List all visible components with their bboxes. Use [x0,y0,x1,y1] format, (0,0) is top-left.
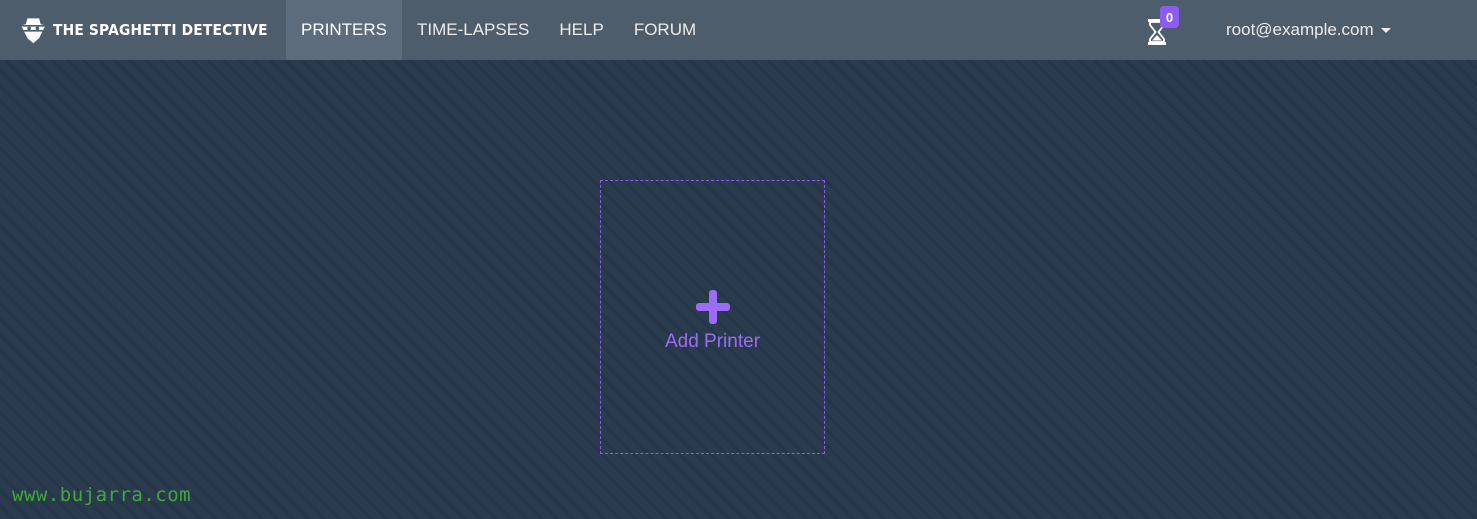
brand-link[interactable]: THE SPAGHETTI DETECTIVE [0,0,286,60]
caret-down-icon [1380,27,1391,33]
user-email: root@example.com [1226,20,1374,39]
detective-logo-icon [21,18,45,44]
top-navbar: THE SPAGHETTI DETECTIVE PRINTERS TIME-LA… [0,0,1477,60]
nav-time-lapses[interactable]: TIME-LAPSES [402,0,544,60]
plus-icon [695,290,730,324]
watermark-text: www.bujarra.com [12,484,192,506]
main-nav: PRINTERS TIME-LAPSES HELP FORUM [286,0,711,60]
add-printer-label: Add Printer [664,331,761,352]
nav-help[interactable]: HELP [544,0,618,60]
user-menu-dropdown[interactable]: root@example.com [1226,20,1391,40]
nav-printers[interactable]: PRINTERS [286,0,402,60]
nav-right: 0 root@example.com [1140,0,1391,60]
brand-name: THE SPAGHETTI DETECTIVE [52,21,268,39]
nav-forum[interactable]: FORUM [619,0,711,60]
print-queue-button[interactable]: 0 [1140,0,1179,60]
queue-count-badge: 0 [1160,6,1179,28]
add-printer-card[interactable]: Add Printer [600,180,825,454]
